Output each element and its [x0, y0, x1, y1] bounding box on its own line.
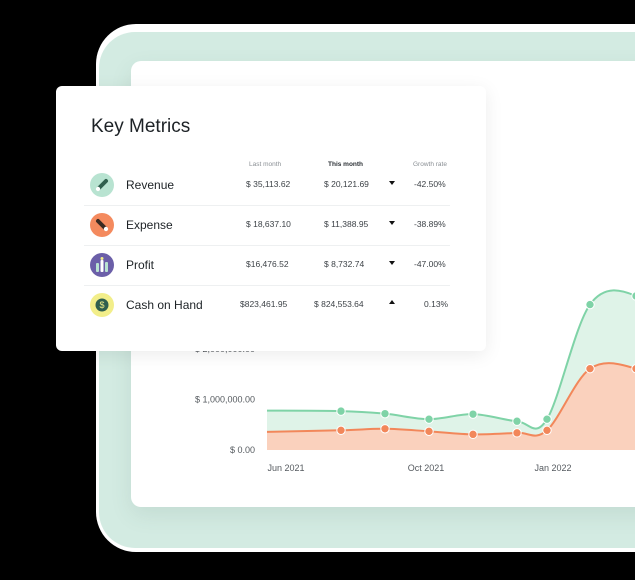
metric-row-expense[interactable]: Expense $ 18,637.10 $ 11,388.95 -38.89% [84, 206, 450, 244]
data-point [585, 363, 595, 374]
trend-down-icon [389, 261, 395, 265]
metric-label: Revenue [126, 178, 175, 192]
data-point [585, 299, 595, 310]
revenue-icon [90, 173, 114, 197]
data-point [424, 426, 434, 437]
trend-up-icon [389, 300, 395, 304]
metric-row-cash-on-hand[interactable]: $ Cash on Hand $823,461.95 $ 824,553.64 … [84, 286, 450, 324]
x-tick-label: Oct 2021 [408, 463, 445, 473]
data-point [468, 429, 478, 440]
this-month-value: $ 824,553.64 [314, 299, 364, 309]
expense-icon [90, 213, 114, 237]
cash-icon: $ [90, 293, 114, 317]
trend-down-icon [389, 221, 395, 225]
data-point [336, 425, 346, 436]
data-point [380, 424, 390, 434]
x-tick-label: Jun 2021 [267, 463, 304, 473]
y-tick-label: $ 1,000,000.00 [195, 395, 255, 405]
data-point [424, 414, 434, 424]
profit-icon [90, 253, 114, 277]
last-month-value: $ 18,637.10 [246, 219, 291, 229]
metric-label: Expense [126, 218, 173, 232]
metric-label: Profit [126, 258, 155, 272]
data-point [380, 408, 390, 419]
growth-rate-value: -42.50% [414, 179, 446, 189]
last-month-value: $16,476.52 [246, 259, 289, 269]
data-point [468, 409, 478, 419]
data-point [336, 406, 346, 416]
trend-down-icon [389, 181, 395, 185]
data-point [542, 425, 552, 436]
metric-row-revenue[interactable]: Revenue $ 35,113.62 $ 20,121.69 -42.50% [84, 166, 450, 204]
dashboard-preview: $ 0.00$ 1,000,000.00$ 2,000,000.00Jun 20… [0, 0, 635, 580]
svg-text:$: $ [99, 300, 104, 310]
key-metrics-card: Key Metrics Last month This month Growth… [56, 86, 486, 351]
growth-rate-value: -47.00% [414, 259, 446, 269]
metric-label: Cash on Hand [126, 298, 203, 312]
x-tick-label: Jan 2022 [534, 463, 571, 473]
y-tick-label: $ 0.00 [230, 445, 255, 455]
data-point [512, 428, 522, 438]
growth-rate-value: -38.89% [414, 219, 446, 229]
data-point [542, 414, 552, 424]
last-month-value: $823,461.95 [240, 299, 288, 309]
growth-rate-value: 0.13% [424, 299, 449, 309]
this-month-value: $ 11,388.95 [324, 219, 369, 229]
last-month-value: $ 35,113.62 [246, 179, 291, 189]
metrics-title: Key Metrics [91, 116, 191, 137]
metric-row-profit[interactable]: Profit $16,476.52 $ 8,732.74 -47.00% [84, 246, 450, 284]
this-month-value: $ 8,732.74 [324, 259, 365, 269]
this-month-value: $ 20,121.69 [324, 179, 369, 189]
data-point [512, 416, 522, 426]
